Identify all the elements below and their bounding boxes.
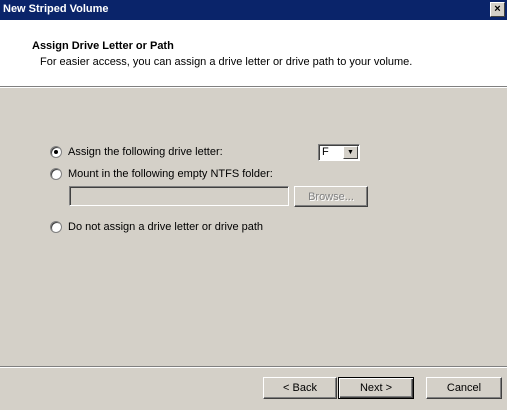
- mount-folder-radio[interactable]: [50, 168, 62, 180]
- title-bar[interactable]: New Striped Volume ×: [0, 0, 507, 20]
- drive-letter-value: F: [322, 146, 329, 158]
- next-button[interactable]: Next >: [338, 377, 414, 399]
- no-assign-label: Do not assign a drive letter or drive pa…: [68, 221, 264, 233]
- footer-divider-highlight: [0, 367, 507, 368]
- mount-folder-label: Mount in the following empty NTFS folder…: [68, 168, 273, 180]
- cancel-button[interactable]: Cancel: [426, 377, 502, 399]
- browse-button[interactable]: Browse...: [294, 186, 368, 207]
- drive-letter-select[interactable]: F ▼: [318, 144, 360, 161]
- header-panel: Assign Drive Letter or Path For easier a…: [0, 20, 507, 86]
- page-subtitle: For easier access, you can assign a driv…: [40, 56, 413, 68]
- close-button[interactable]: ×: [490, 2, 505, 17]
- back-button[interactable]: < Back: [263, 377, 337, 399]
- new-striped-volume-dialog: New Striped Volume × Assign Drive Letter…: [0, 0, 507, 410]
- chevron-down-icon[interactable]: ▼: [343, 146, 358, 159]
- window-title: New Striped Volume: [3, 3, 109, 15]
- close-icon: ×: [494, 3, 501, 15]
- header-divider-highlight: [0, 87, 507, 88]
- assign-letter-label: Assign the following drive letter:: [68, 146, 223, 158]
- no-assign-radio[interactable]: [50, 221, 62, 233]
- assign-letter-option[interactable]: Assign the following drive letter:: [50, 145, 223, 159]
- assign-letter-radio[interactable]: [50, 146, 62, 158]
- page-title: Assign Drive Letter or Path: [32, 40, 174, 52]
- folder-path-input[interactable]: [69, 186, 289, 206]
- mount-folder-option[interactable]: Mount in the following empty NTFS folder…: [50, 167, 273, 181]
- no-assign-option[interactable]: Do not assign a drive letter or drive pa…: [50, 220, 263, 234]
